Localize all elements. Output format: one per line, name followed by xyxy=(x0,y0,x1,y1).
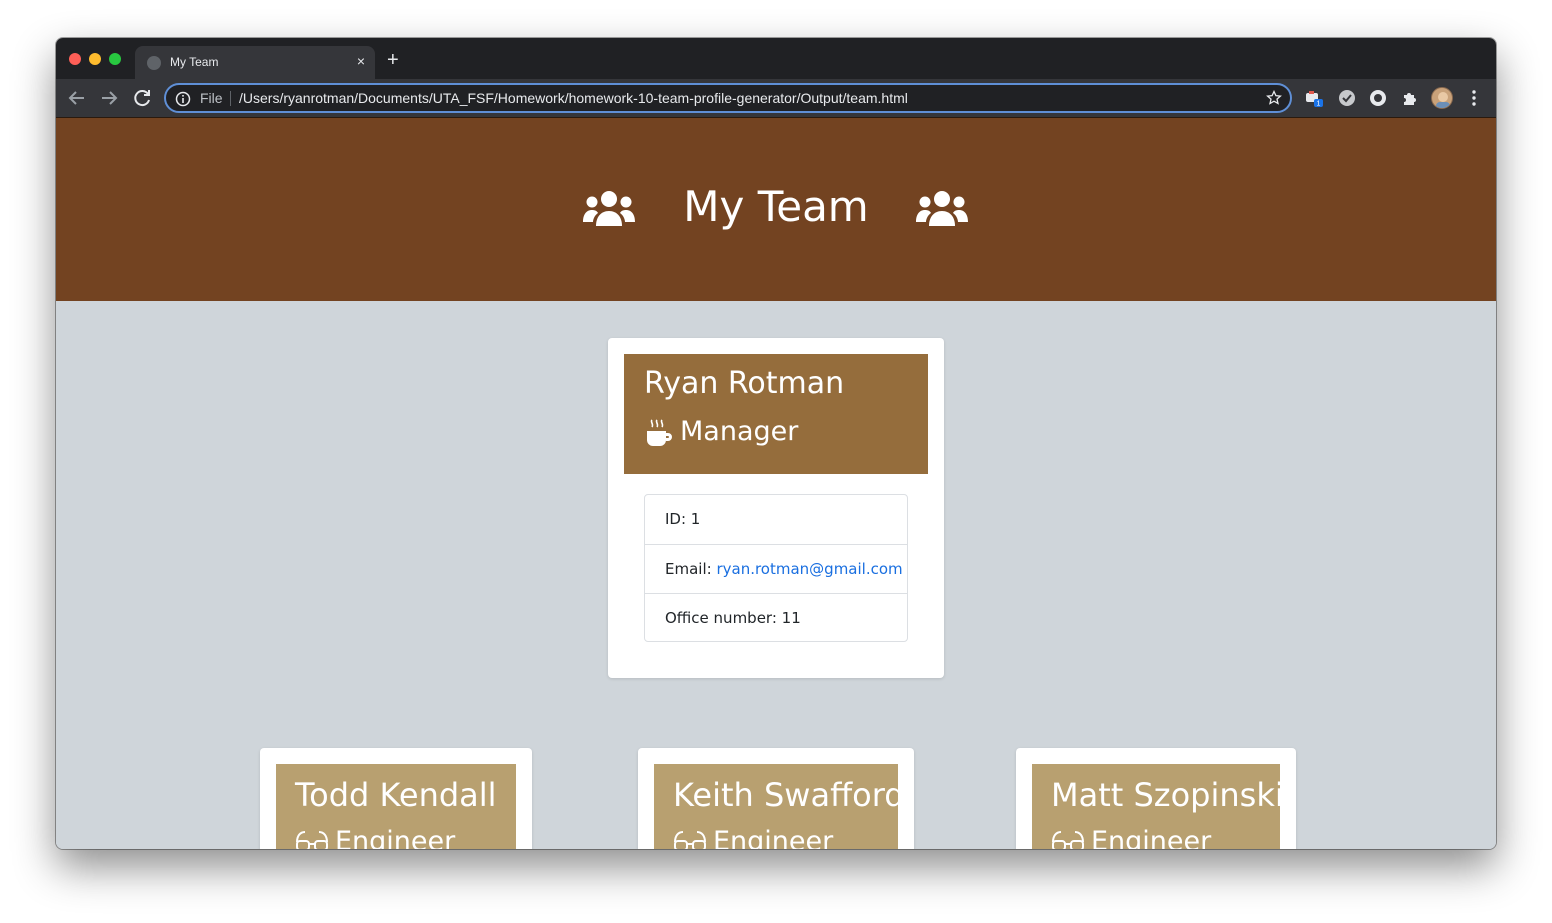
engineer-card: Keith Swafford Engineer xyxy=(638,748,914,849)
engineer-card: Matt Szopinski Engineer xyxy=(1016,748,1296,849)
engineer-card: Todd Kendall Engineer xyxy=(260,748,532,849)
header-banner: My Team xyxy=(56,117,1496,301)
users-icon xyxy=(916,191,968,226)
list-item-office: Office number: 11 xyxy=(645,593,907,642)
glasses-icon xyxy=(296,831,328,849)
extension-icon-pdf[interactable]: 1 xyxy=(1304,88,1324,108)
extension-icon-circle[interactable] xyxy=(1368,88,1388,108)
info-icon[interactable] xyxy=(175,91,191,107)
new-tab-button[interactable]: + xyxy=(387,50,399,70)
employee-role: Engineer xyxy=(1091,826,1212,849)
url-text[interactable]: /Users/ryanrotman/Documents/UTA_FSF/Home… xyxy=(239,90,908,106)
reload-icon[interactable] xyxy=(129,85,155,111)
glasses-icon xyxy=(1052,831,1084,849)
tab-title: My Team xyxy=(170,55,219,69)
tab-strip: My Team × + xyxy=(56,38,1496,79)
list-item-id: ID: 1 xyxy=(645,495,907,544)
employee-role: Engineer xyxy=(713,826,834,849)
page-title: My Team xyxy=(683,182,869,231)
employee-name: Ryan Rotman xyxy=(644,366,845,401)
forward-arrow-icon[interactable] xyxy=(96,85,122,111)
office-value: 11 xyxy=(781,609,801,627)
id-value: 1 xyxy=(690,510,701,528)
browser-window: My Team × + File /Users/ryanrotman/Docum… xyxy=(56,38,1496,849)
employee-role: Engineer xyxy=(335,826,456,849)
window-minimize-button[interactable] xyxy=(89,53,101,65)
window-maximize-button[interactable] xyxy=(109,53,121,65)
mug-icon xyxy=(647,419,672,446)
engineer-card-header: Todd Kendall Engineer xyxy=(276,764,516,849)
globe-icon xyxy=(147,56,161,70)
manager-card: Ryan Rotman Manager ID: 1 Email: ryan.ro… xyxy=(608,338,944,678)
dark-reader-icon xyxy=(1370,90,1386,106)
manager-details-list: ID: 1 Email: ryan.rotman@gmail.com Offic… xyxy=(644,494,908,642)
address-bar[interactable]: File /Users/ryanrotman/Documents/UTA_FSF… xyxy=(164,83,1292,113)
more-menu-icon[interactable] xyxy=(1468,89,1480,107)
avatar-image-icon xyxy=(1436,92,1450,108)
engineer-card-header: Matt Szopinski Engineer xyxy=(1032,764,1284,849)
extension-icon-check[interactable] xyxy=(1337,88,1357,108)
glasses-icon xyxy=(674,831,706,849)
employee-role: Manager xyxy=(680,416,799,447)
page-content: My Team Ryan Rotman Manager ID: 1 Email:… xyxy=(56,117,1496,849)
back-arrow-icon[interactable] xyxy=(64,85,90,111)
list-item-email: Email: ryan.rotman@gmail.com xyxy=(645,544,907,593)
check-circle-icon xyxy=(1339,90,1355,106)
address-separator xyxy=(230,91,231,106)
camera-extension-icon: 1 xyxy=(1306,91,1323,108)
id-label: ID: xyxy=(665,510,691,528)
email-link[interactable]: ryan.rotman@gmail.com xyxy=(716,560,902,578)
employee-name: Todd Kendall xyxy=(295,776,497,814)
office-label: Office number: xyxy=(665,609,782,627)
tab-close-icon[interactable]: × xyxy=(357,53,365,69)
scheme-label: File xyxy=(200,90,223,106)
extensions-button[interactable] xyxy=(1400,88,1420,108)
bookmark-star-icon[interactable] xyxy=(1266,90,1282,106)
browser-toolbar: File /Users/ryanrotman/Documents/UTA_FSF… xyxy=(56,79,1496,117)
email-label: Email: xyxy=(665,560,717,578)
tab-my-team[interactable]: My Team × xyxy=(135,46,375,79)
window-close-button[interactable] xyxy=(69,53,81,65)
employee-name: Matt Szopinski xyxy=(1051,776,1284,814)
profile-avatar[interactable] xyxy=(1431,87,1453,109)
extension-badge: 1 xyxy=(1317,101,1321,108)
manager-card-header: Ryan Rotman Manager xyxy=(624,354,928,474)
employee-name: Keith Swafford xyxy=(673,776,905,814)
puzzle-icon xyxy=(1404,93,1416,105)
engineer-card-header: Keith Swafford Engineer xyxy=(654,764,905,849)
